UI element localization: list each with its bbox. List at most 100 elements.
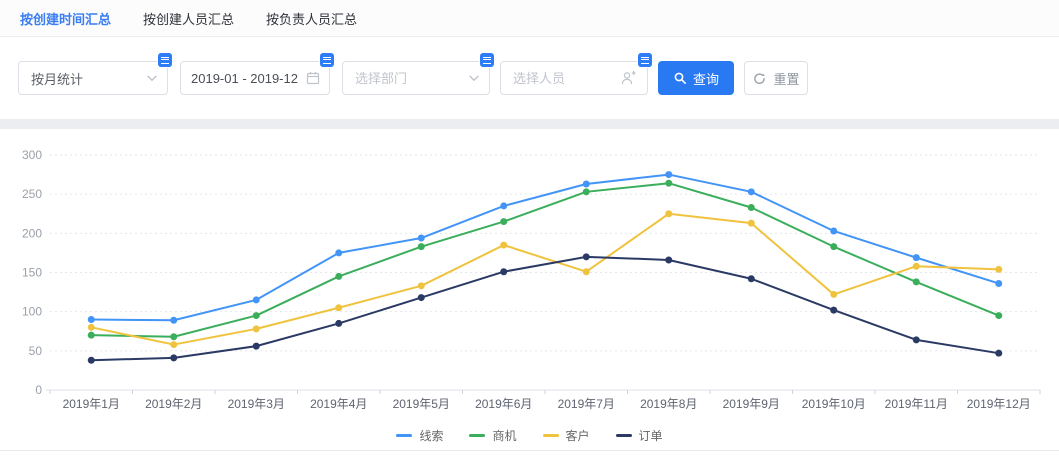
data-point [995,312,1002,319]
data-point [170,354,177,361]
legend-dash-icon [616,434,632,437]
legend-dash-icon [469,434,485,437]
refresh-icon [752,71,767,86]
reset-button[interactable]: 重置 [744,61,808,95]
data-point [418,282,425,289]
data-point [913,263,920,270]
legend-dash-icon [543,434,559,437]
data-point [418,243,425,250]
reset-button-label: 重置 [773,69,799,88]
data-point [748,204,755,211]
legend-dash-icon [396,434,412,437]
chevron-down-icon [145,71,159,85]
x-tick-label: 2019年6月 [475,397,532,411]
y-tick-label: 200 [22,226,42,240]
legend-label: 订单 [639,427,663,444]
date-range-picker[interactable]: 2019-01 - 2019-12 [180,61,330,95]
data-point [418,235,425,242]
hamburger-lines-icon [483,57,491,64]
data-point [748,275,755,282]
x-tick-label: 2019年12月 [967,397,1031,411]
data-point [995,350,1002,357]
data-point [170,333,177,340]
chart-panel: 0501001502002503002019年1月2019年2月2019年3月2… [0,129,1059,451]
x-tick-label: 2019年1月 [63,397,120,411]
legend-item-商机[interactable]: 商机 [469,427,516,444]
data-point [253,325,260,332]
hamburger-lines-icon [161,57,169,64]
data-point [995,280,1002,287]
data-point [88,324,95,331]
filter-bar: 按月统计 2019-01 - 2019-12 [0,37,1059,119]
series-line-商机 [91,183,999,337]
data-point [335,249,342,256]
data-point [913,254,920,261]
search-button[interactable]: 查询 [658,61,734,95]
department-select-input[interactable] [345,63,461,93]
y-tick-label: 50 [29,344,43,358]
data-point [583,188,590,195]
data-point [335,320,342,327]
x-tick-label: 2019年5月 [393,397,450,411]
legend-label: 商机 [492,427,516,444]
legend-item-线索[interactable]: 线索 [396,427,443,444]
legend-label: 线索 [419,427,443,444]
data-point [88,357,95,364]
legend-item-订单[interactable]: 订单 [616,427,663,444]
legend-item-客户[interactable]: 客户 [543,427,590,444]
department-select[interactable] [342,61,490,95]
form-helper-badge-icon[interactable] [638,53,652,67]
y-tick-label: 300 [22,148,42,162]
data-point [418,294,425,301]
data-point [253,296,260,303]
personnel-picker[interactable] [500,61,648,95]
search-button-label: 查询 [693,69,719,88]
data-point [995,266,1002,273]
data-point [913,336,920,343]
x-tick-label: 2019年3月 [228,397,285,411]
section-divider [0,119,1059,129]
form-helper-badge-icon[interactable] [480,53,494,67]
personnel-input[interactable] [503,63,617,93]
form-helper-badge-icon[interactable] [158,53,172,67]
y-tick-label: 0 [35,383,42,397]
data-point [170,317,177,324]
data-point [830,291,837,298]
tab-by-owner[interactable]: 按负责人员汇总 [266,9,357,28]
y-tick-label: 100 [22,305,42,319]
data-point [830,227,837,234]
data-point [913,278,920,285]
data-point [335,304,342,311]
tab-by-creator[interactable]: 按创建人员汇总 [143,9,234,28]
x-tick-label: 2019年8月 [640,397,697,411]
data-point [748,220,755,227]
data-point [830,307,837,314]
data-point [500,268,507,275]
data-point [88,332,95,339]
data-point [748,188,755,195]
data-point [583,268,590,275]
y-tick-label: 150 [22,266,42,280]
chart-legend: 线索 商机 客户 订单 [0,427,1059,444]
x-tick-label: 2019年10月 [802,397,866,411]
period-select[interactable]: 按月统计 [18,61,168,95]
tab-by-create-time[interactable]: 按创建时间汇总 [20,9,111,28]
data-point [500,202,507,209]
line-chart-svg: 0501001502002503002019年1月2019年2月2019年3月2… [0,129,1059,417]
x-tick-label: 2019年9月 [723,397,780,411]
x-tick-label: 2019年4月 [310,397,367,411]
form-helper-badge-icon[interactable] [320,53,334,67]
add-user-icon [620,70,637,86]
data-point [665,171,672,178]
period-select-value: 按月统计 [31,69,83,88]
x-tick-label: 2019年2月 [145,397,202,411]
summary-tabs-bar: 按创建时间汇总 按创建人员汇总 按负责人员汇总 [0,0,1059,37]
search-icon [673,71,687,85]
data-point [335,273,342,280]
data-point [253,343,260,350]
x-tick-label: 2019年11月 [885,397,948,411]
data-point [665,256,672,263]
date-range-value: 2019-01 - 2019-12 [191,71,298,86]
data-point [665,180,672,187]
calendar-icon [305,70,321,86]
